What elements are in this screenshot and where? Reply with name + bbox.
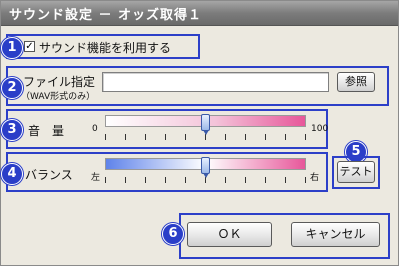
window-title: サウンド設定 － オッズ取得１	[9, 8, 203, 23]
slider-tick	[185, 134, 186, 140]
slider-tick	[165, 177, 166, 183]
test-button[interactable]: テスト	[337, 161, 375, 183]
slider-tick	[225, 134, 226, 140]
slider-tick	[265, 134, 266, 140]
volume-min-label: 0	[92, 124, 98, 134]
slider-tick	[185, 177, 186, 183]
ok-button[interactable]: ＯＫ	[187, 222, 272, 247]
volume-max-label: 100	[311, 124, 329, 134]
slider-tick	[125, 134, 126, 140]
badge-6: 6	[162, 223, 184, 245]
file-path-input[interactable]	[102, 72, 329, 92]
badge-4: 4	[1, 163, 23, 185]
slider-tick	[285, 134, 286, 140]
slider-tick	[105, 134, 106, 140]
slider-tick	[245, 134, 246, 140]
slider-tick	[265, 177, 266, 183]
balance-slider-thumb[interactable]	[201, 157, 210, 178]
balance-label: バランス	[25, 168, 73, 182]
slider-tick	[145, 134, 146, 140]
browse-button[interactable]: 参照	[337, 72, 375, 92]
slider-tick	[305, 134, 306, 140]
balance-left-label: 左	[91, 173, 101, 183]
volume-label: 音 量	[28, 124, 65, 138]
balance-right-label: 右	[310, 173, 320, 183]
volume-slider-thumb[interactable]	[201, 114, 210, 135]
sound-settings-dialog: サウンド設定 － オッズ取得１ 1 ✓ サウンド機能を利用する 2 ファイル指定…	[0, 0, 399, 266]
slider-tick	[105, 177, 106, 183]
badge-3: 3	[1, 119, 23, 141]
file-label: ファイル指定	[23, 75, 96, 89]
cancel-button[interactable]: キャンセル	[291, 222, 380, 247]
sound-enable-checkbox[interactable]: ✓	[24, 41, 35, 52]
checkmark-icon: ✓	[25, 41, 34, 52]
badge-1: 1	[1, 37, 23, 59]
slider-tick	[285, 177, 286, 183]
slider-tick	[125, 177, 126, 183]
slider-tick	[225, 177, 226, 183]
badge-2: 2	[1, 77, 23, 99]
slider-tick	[245, 177, 246, 183]
sound-enable-label: サウンド機能を利用する	[39, 41, 172, 55]
title-bar: サウンド設定 － オッズ取得１	[1, 1, 398, 26]
slider-tick	[305, 177, 306, 183]
slider-tick	[165, 134, 166, 140]
file-format-hint: （WAV形式のみ）	[21, 92, 96, 102]
slider-tick	[145, 177, 146, 183]
